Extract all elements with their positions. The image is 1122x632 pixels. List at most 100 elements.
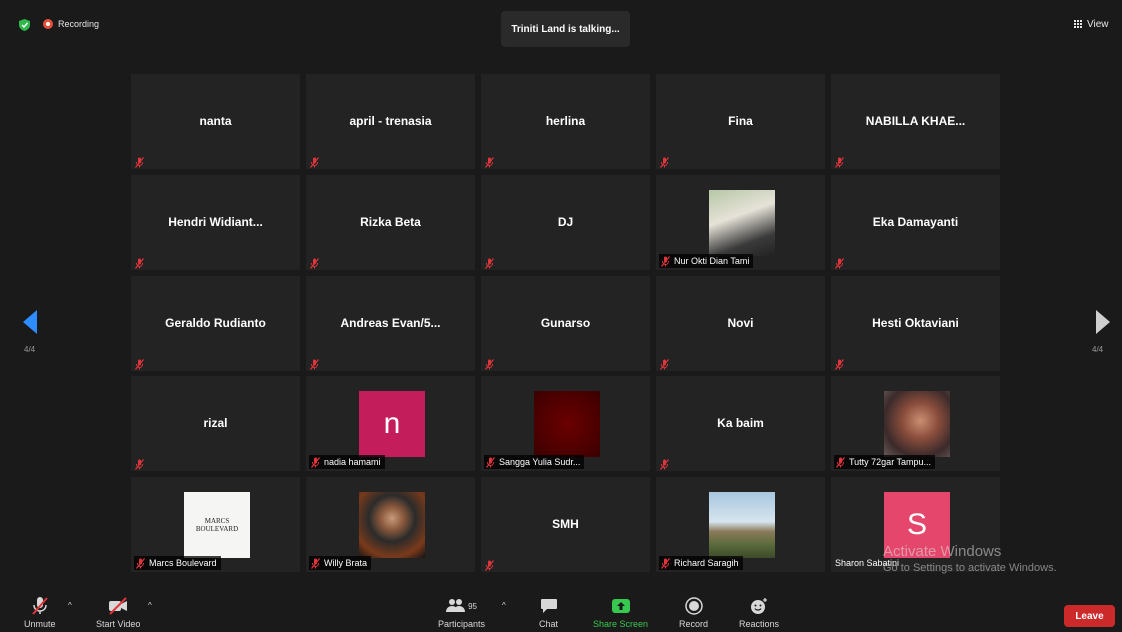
active-speaker-banner: Triniti Land is talking... — [501, 11, 630, 47]
view-button[interactable]: View — [1074, 19, 1109, 30]
participant-name-tag: Tutty 72gar Tampu... — [834, 455, 936, 469]
participant-name: NABILLA KHAE... — [865, 114, 966, 128]
participant-tile[interactable]: nanta — [131, 74, 300, 169]
participant-tile[interactable]: Nur Okti Dian Tami — [656, 175, 825, 270]
participant-name: Eka Damayanti — [872, 215, 959, 229]
participants-icon — [446, 599, 466, 612]
participant-tile[interactable]: Andreas Evan/5... — [306, 276, 475, 371]
participant-name: Hendri Widiant... — [168, 215, 263, 229]
participant-name: Tutty 72gar Tampu... — [849, 457, 932, 467]
participant-tile[interactable]: Eka Damayanti — [831, 175, 1000, 270]
participant-tile[interactable]: Tutty 72gar Tampu... — [831, 376, 1000, 471]
participant-name: Hesti Oktaviani — [872, 316, 959, 330]
participant-name-tag: Nur Okti Dian Tami — [659, 254, 754, 268]
watermark-subtitle: Go to Settings to activate Windows. — [883, 562, 1057, 574]
participant-name-tag: Sangga Yulia Sudr... — [484, 455, 585, 469]
leave-button[interactable]: Leave — [1064, 605, 1115, 627]
participant-tile[interactable]: Willy Brata — [306, 477, 475, 572]
reactions-smiley-icon — [751, 598, 768, 614]
participant-name-tag: Marcs Boulevard — [134, 556, 221, 570]
video-off-icon — [109, 597, 128, 615]
meeting-toolbar: Unmute ^ Start Video ^ 95 Participants ^… — [0, 594, 1122, 632]
outdoor-photo — [709, 492, 775, 558]
video-options-caret-icon[interactable]: ^ — [148, 601, 152, 610]
participant-tile[interactable]: Sangga Yulia Sudr... — [481, 376, 650, 471]
participant-tile[interactable]: april - trenasia — [306, 74, 475, 169]
participant-name: Richard Saragih — [674, 558, 739, 568]
chat-button[interactable]: Chat — [539, 596, 558, 629]
next-page-arrow-icon[interactable] — [1096, 310, 1110, 334]
participant-tile[interactable]: MARCS BOULEVARD Marcs Boulevard — [131, 477, 300, 572]
previous-page-arrow-icon[interactable] — [23, 310, 37, 334]
muted-mic-icon — [486, 456, 495, 468]
share-screen-button[interactable]: Share Screen — [593, 596, 648, 629]
record-button[interactable]: Record — [679, 596, 708, 629]
muted-mic-icon — [310, 256, 319, 269]
participant-name: Ka baim — [717, 416, 764, 430]
share-screen-label: Share Screen — [593, 619, 649, 629]
muted-mic-icon — [311, 557, 320, 569]
participant-name: Rizka Beta — [360, 215, 421, 229]
participant-name-tag: nadia hamami — [309, 455, 385, 469]
participant-name: nanta — [199, 114, 232, 128]
participant-tile[interactable]: SMH — [481, 477, 650, 572]
participant-tile[interactable]: Rizka Beta — [306, 175, 475, 270]
participant-name: nadia hamami — [324, 457, 381, 467]
participant-tile[interactable]: Gunarso — [481, 276, 650, 371]
participant-tile[interactable]: Geraldo Rudianto — [131, 276, 300, 371]
participant-name: herlina — [545, 114, 586, 128]
logo-line-2: BOULEVARD — [195, 525, 239, 533]
participant-name-tag: Willy Brata — [309, 556, 372, 570]
record-icon — [684, 597, 703, 615]
start-video-label: Start Video — [96, 619, 141, 629]
muted-mic-icon — [485, 256, 494, 269]
logo-line-1: MARCS — [204, 517, 230, 525]
participants-label: Participants — [438, 619, 486, 629]
participant-name: Gunarso — [540, 316, 591, 330]
muted-microphone-icon — [31, 597, 48, 615]
start-video-button[interactable]: Start Video — [96, 596, 140, 629]
muted-mic-icon — [835, 357, 844, 370]
participants-button[interactable]: 95 Participants — [438, 596, 485, 629]
participant-tile[interactable]: Fina — [656, 74, 825, 169]
page-indicator-right: 4/4 — [1092, 345, 1104, 354]
participant-tile[interactable]: Richard Saragih — [656, 477, 825, 572]
muted-mic-icon — [835, 256, 844, 269]
participant-tile[interactable]: rizal — [131, 376, 300, 471]
participant-name: Geraldo Rudianto — [165, 316, 266, 330]
participant-name-tag: Richard Saragih — [659, 556, 743, 570]
unmute-button[interactable]: Unmute — [24, 596, 56, 629]
participant-name: Andreas Evan/5... — [340, 316, 441, 330]
watermark-title: Activate Windows — [883, 543, 1002, 560]
participant-tile[interactable]: herlina — [481, 74, 650, 169]
muted-mic-icon — [310, 357, 319, 370]
participant-name: rizal — [203, 416, 228, 430]
muted-mic-icon — [311, 456, 320, 468]
participant-name: DJ — [557, 215, 574, 229]
participant-tile[interactable]: NABILLA KHAE... — [831, 74, 1000, 169]
audio-options-caret-icon[interactable]: ^ — [68, 601, 72, 610]
gallery-grid-icon — [1074, 20, 1083, 29]
muted-mic-icon — [135, 155, 144, 168]
muted-mic-icon — [660, 457, 669, 470]
participant-tile[interactable]: DJ — [481, 175, 650, 270]
participant-name: Novi — [727, 316, 754, 330]
muted-mic-icon — [135, 357, 144, 370]
windows-activation-watermark: Activate Windows Go to Settings to activ… — [883, 543, 1057, 574]
participant-name: Nur Okti Dian Tami — [674, 256, 750, 266]
participant-tile[interactable]: Novi — [656, 276, 825, 371]
participant-tile[interactable]: Ka baim — [656, 376, 825, 471]
participant-name: Fina — [728, 114, 753, 128]
reactions-button[interactable]: Reactions — [739, 596, 779, 629]
woman-photo-2 — [884, 391, 950, 457]
recording-indicator[interactable]: Recording — [43, 19, 99, 29]
participant-name: Marcs Boulevard — [149, 558, 217, 568]
woman-photo — [709, 190, 775, 256]
chat-label: Chat — [539, 619, 559, 629]
participant-tile[interactable]: Hesti Oktaviani — [831, 276, 1000, 371]
participant-tile[interactable]: Hendri Widiant... — [131, 175, 300, 270]
muted-mic-icon — [835, 155, 844, 168]
participant-tile[interactable]: n nadia hamami — [306, 376, 475, 471]
participants-options-caret-icon[interactable]: ^ — [502, 601, 506, 610]
security-shield-icon[interactable] — [19, 19, 30, 31]
